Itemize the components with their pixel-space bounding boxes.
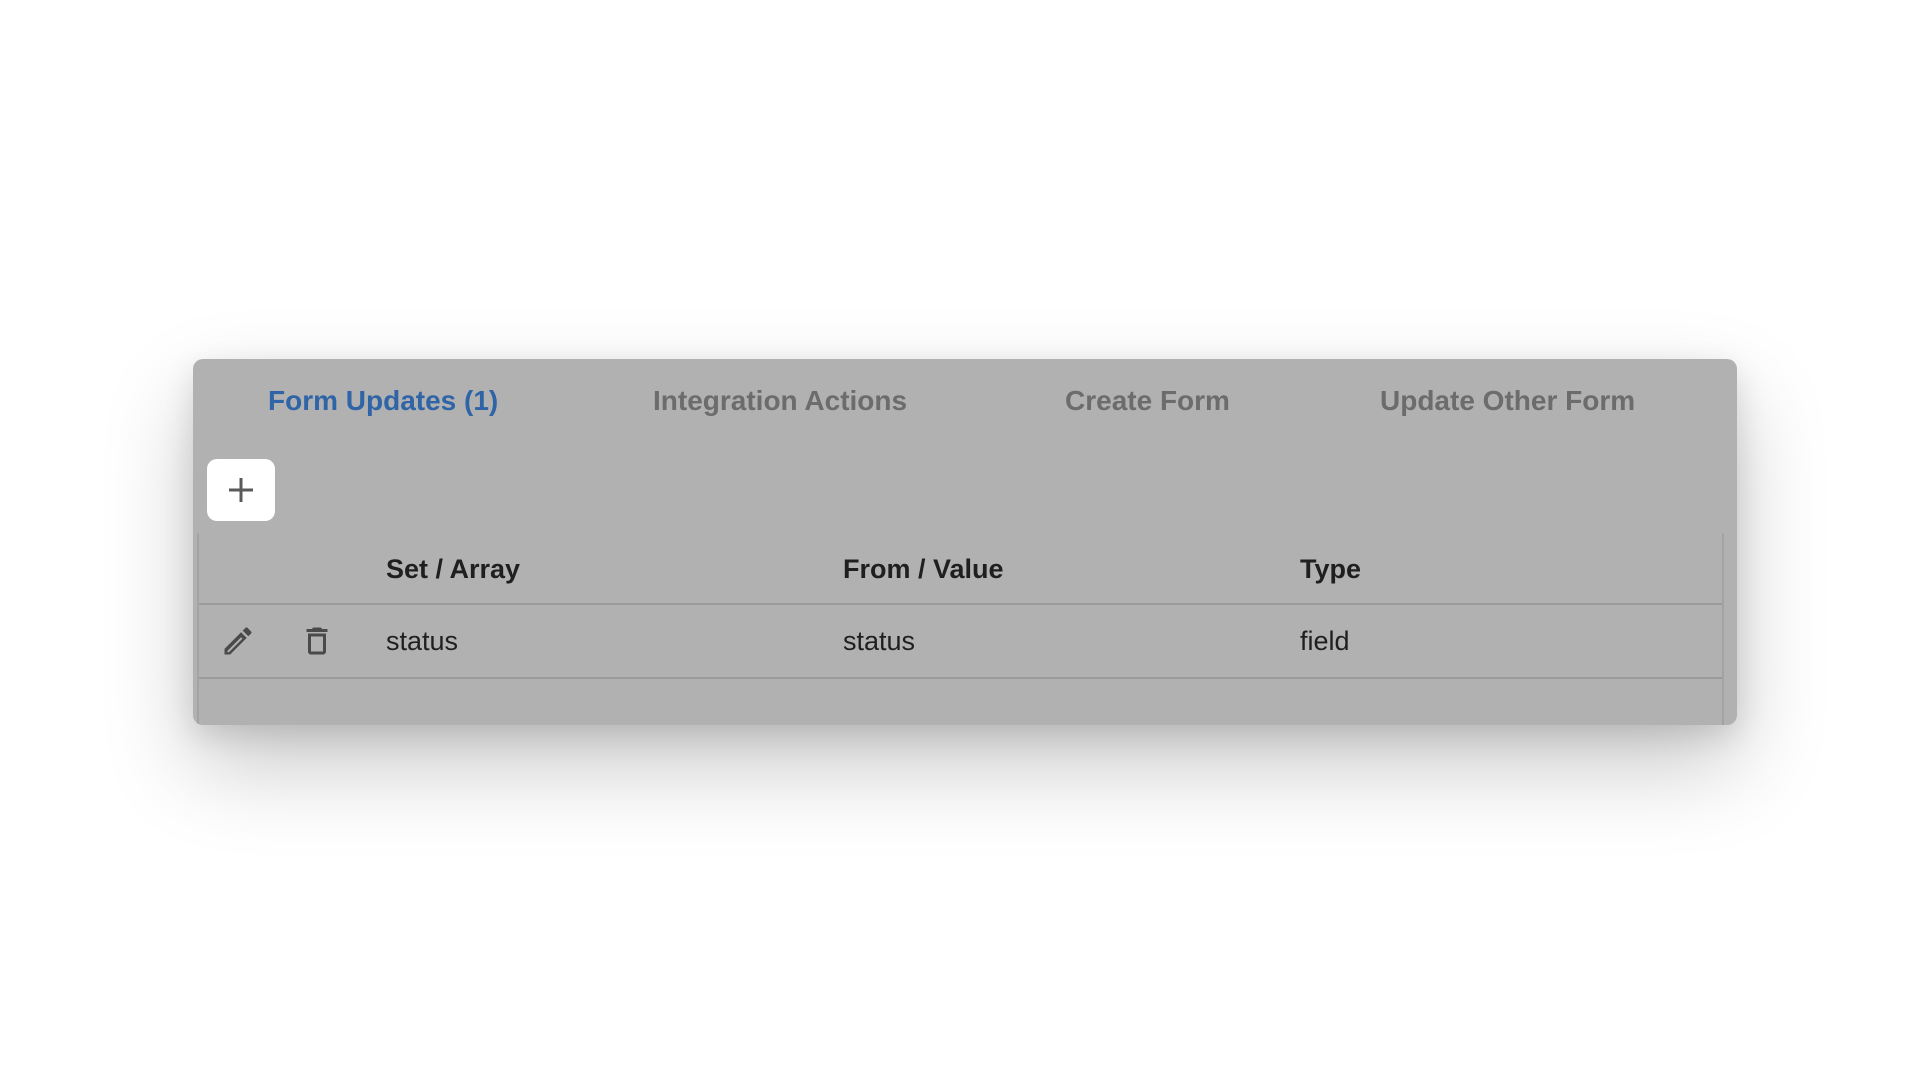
add-update-button[interactable] bbox=[207, 459, 275, 521]
delete-icon bbox=[306, 627, 328, 655]
edit-icon bbox=[224, 627, 252, 655]
column-header-from-value: From / Value bbox=[843, 554, 1004, 584]
edit-row-button[interactable] bbox=[219, 622, 257, 660]
tab-form-updates[interactable]: Form Updates (1) bbox=[268, 383, 498, 419]
table-row: status status field bbox=[199, 605, 1722, 679]
tab-update-other-form[interactable]: Update Other Form bbox=[1380, 383, 1635, 419]
table-header: Set / Array From / Value Type bbox=[199, 533, 1722, 605]
column-header-set-array: Set / Array bbox=[386, 554, 521, 584]
cell-set-array: status bbox=[386, 626, 459, 656]
column-header-type: Type bbox=[1300, 554, 1362, 584]
form-updates-table: Set / Array From / Value Type status sta… bbox=[197, 533, 1724, 725]
tab-bar: Form Updates (1) Integration Actions Cre… bbox=[193, 359, 1737, 441]
tab-create-form[interactable]: Create Form bbox=[1065, 383, 1230, 419]
cell-type: field bbox=[1300, 626, 1350, 656]
tab-integration-actions[interactable]: Integration Actions bbox=[653, 383, 907, 419]
delete-row-button[interactable] bbox=[298, 622, 336, 660]
plus-icon bbox=[229, 478, 253, 502]
cell-from-value: status bbox=[843, 626, 916, 656]
form-actions-panel: Form Updates (1) Integration Actions Cre… bbox=[193, 359, 1737, 725]
